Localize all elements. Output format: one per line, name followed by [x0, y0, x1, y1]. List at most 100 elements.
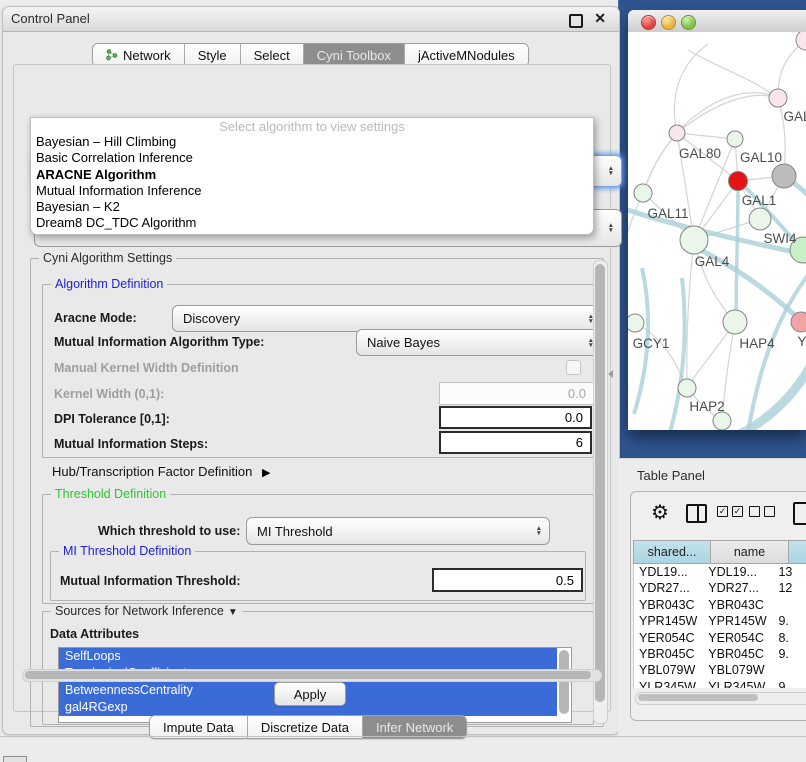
spinner-arrows-icon: ▲▼: [608, 223, 614, 233]
network-node[interactable]: [727, 131, 743, 147]
table-cell: YBR045C: [634, 646, 704, 662]
table-cell: 9.: [774, 646, 806, 662]
node-label-hap4: HAP4: [739, 336, 775, 351]
node-label-y: Y: [797, 334, 806, 349]
zoom-light-icon[interactable]: [681, 15, 696, 30]
table-row[interactable]: YPR145WYPR145W9.: [634, 613, 806, 629]
column-header-name[interactable]: name: [711, 540, 789, 564]
node-label-gcy1: GCY1: [633, 336, 670, 351]
network-edge: [736, 184, 738, 324]
table-row[interactable]: YBR043CYBR043C: [634, 597, 806, 613]
hub-definition-toggle[interactable]: Hub/Transcription Factor Definition ▶: [52, 464, 270, 479]
which-threshold-combobox[interactable]: MI Threshold ▲▼: [246, 517, 550, 545]
mi-threshold-field[interactable]: 0.5: [432, 568, 583, 592]
column-header-shared[interactable]: shared...: [633, 540, 711, 564]
network-node[interactable]: [772, 164, 796, 188]
network-node[interactable]: [669, 125, 685, 141]
table-row[interactable]: YDL19...YDL19...13: [634, 564, 806, 580]
table-row[interactable]: YER054CYER054C8.: [634, 630, 806, 646]
split-view-icon[interactable]: [686, 504, 707, 523]
settings-horizontal-scrollbar[interactable]: [22, 669, 602, 682]
network-node[interactable]: [769, 89, 787, 107]
network-graph[interactable]: GAL80GAL10GALGAL11GAL1SWI4GAL4GCY1HAP4YH…: [628, 32, 806, 430]
algorithm-options-list: Bayesian – Hill ClimbingBasic Correlatio…: [31, 134, 593, 232]
network-canvas[interactable]: GAL80GAL10GALGAL11GAL1SWI4GAL4GCY1HAP4YH…: [628, 32, 806, 430]
group-title: MI Threshold Definition: [59, 544, 195, 558]
scrollbar-thumb[interactable]: [25, 671, 591, 679]
algorithm-option-mutual-information-inference[interactable]: Mutual Information Inference: [31, 183, 593, 199]
column-header-a[interactable]: A: [789, 540, 806, 564]
table-cell: [774, 597, 806, 613]
tab-network[interactable]: Network: [93, 44, 184, 66]
network-node[interactable]: [791, 312, 806, 332]
network-window-titlebar[interactable]: [628, 10, 806, 33]
table-body[interactable]: YDL19...YDL19...13YDR27...YDR27...12YBR0…: [633, 564, 806, 688]
expand-arrow-icon: ▼: [228, 607, 238, 618]
tab-jactivemnodules[interactable]: jActiveMNodules: [404, 44, 528, 66]
close-icon[interactable]: ✕: [594, 10, 606, 27]
tab-label: Network: [123, 48, 171, 63]
table-horizontal-scrollbar[interactable]: [635, 692, 806, 705]
scrollbar-thumb[interactable]: [638, 694, 758, 701]
tab-style[interactable]: Style: [184, 44, 240, 66]
algorithm-option-bayesian-k2[interactable]: Bayesian – K2: [31, 199, 593, 215]
network-node[interactable]: [634, 184, 652, 202]
manual-kernel-width-checkbox[interactable]: [566, 360, 581, 375]
aracne-mode-combobox[interactable]: Discovery ▲▼: [172, 305, 602, 332]
select-all-columns-icon[interactable]: ✓✓: [717, 506, 743, 517]
table-row[interactable]: YBL079WYBL079W: [634, 662, 806, 678]
mi-steps-field[interactable]: 6: [439, 431, 592, 454]
tab-infer-network[interactable]: Infer Network: [362, 716, 466, 738]
apply-button[interactable]: Apply: [274, 682, 346, 706]
network-node[interactable]: [628, 314, 644, 332]
network-node[interactable]: [729, 172, 748, 191]
network-view-window[interactable]: GAL80GAL10GALGAL11GAL1SWI4GAL4GCY1HAP4YH…: [628, 10, 806, 430]
tab-select[interactable]: Select: [240, 44, 303, 66]
algorithm-option-aracne-algorithm[interactable]: ARACNE Algorithm: [31, 167, 593, 183]
network-node[interactable]: [680, 226, 708, 254]
file-icon[interactable]: [793, 502, 806, 525]
mi-algorithm-type-combobox[interactable]: Naive Bayes ▲▼: [356, 329, 602, 356]
table-cell: YBR043C: [634, 597, 704, 613]
dpi-tolerance-field[interactable]: 0.0: [439, 406, 592, 429]
table-cell: [774, 662, 806, 678]
algorithm-option-dream8-dc-tdc-algorithm[interactable]: Dream8 DC_TDC Algorithm: [31, 215, 593, 231]
node-label-gal4: GAL4: [695, 254, 730, 269]
network-node[interactable]: [713, 412, 731, 430]
minimize-light-icon[interactable]: [661, 15, 676, 30]
table-row[interactable]: YBR045CYBR045C9.: [634, 646, 806, 662]
settings-vertical-scrollbar[interactable]: [593, 260, 608, 724]
tab-discretize-data[interactable]: Discretize Data: [247, 716, 362, 738]
cyni-toolbox-pane: ▲▼ ▲▼ Select algorithm to view settings …: [13, 64, 611, 712]
which-threshold-label: Which threshold to use:: [98, 524, 240, 538]
mi-algorithm-type-label: Mutual Information Algorithm Type:: [54, 335, 264, 349]
scrollbar-thumb[interactable]: [595, 264, 605, 702]
splitpane-handle[interactable]: [608, 370, 613, 378]
table-row[interactable]: YDR27...YDR27...12: [634, 580, 806, 596]
aracne-mode-label: Aracne Mode:: [54, 311, 137, 325]
network-edge: [628, 193, 643, 262]
close-light-icon[interactable]: [641, 15, 656, 30]
attribute-item-selfloops[interactable]: SelfLoops: [59, 648, 557, 665]
tab-impute-data[interactable]: Impute Data: [150, 716, 247, 738]
minimized-panel-stub[interactable]: [3, 756, 27, 762]
field-value: 0.5: [556, 573, 574, 588]
algorithm-option-basic-correlation-inference[interactable]: Basic Correlation Inference: [31, 150, 593, 166]
network-node[interactable]: [723, 310, 747, 334]
algorithm-dropdown-popup: Select algorithm to view settings Bayesi…: [30, 117, 594, 235]
network-node[interactable]: [749, 208, 771, 230]
tab-cyni-toolbox[interactable]: Cyni Toolbox: [303, 44, 404, 66]
unselect-all-columns-icon[interactable]: [749, 506, 775, 517]
hub-definition-label: Hub/Transcription Factor Definition: [52, 464, 252, 479]
network-node[interactable]: [678, 379, 696, 397]
table-row[interactable]: YLR345WYLR345W9.: [634, 679, 806, 688]
algorithm-option-bayesian-hill-climbing[interactable]: Bayesian – Hill Climbing: [31, 134, 593, 150]
float-icon[interactable]: [569, 14, 583, 28]
spinner-arrows-icon: ▲▼: [536, 526, 542, 536]
field-value: 0.0: [568, 386, 586, 401]
node-label-gal1: GAL1: [742, 193, 777, 208]
gear-icon[interactable]: ⚙: [651, 500, 669, 525]
sources-toggle[interactable]: Sources for Network Inference▼: [51, 604, 242, 618]
kernel-width-field[interactable]: 0.0: [439, 382, 594, 405]
list-scrollbar[interactable]: [559, 650, 569, 714]
